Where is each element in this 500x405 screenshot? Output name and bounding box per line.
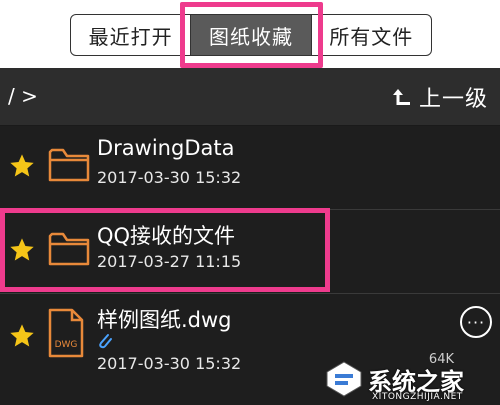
- list-item[interactable]: DrawingData 2017-03-30 15:32: [0, 126, 500, 210]
- file-date: 2017-03-27 11:15: [97, 252, 242, 271]
- up-level-label: 上一级: [418, 87, 488, 112]
- path-bar: / > 上一级: [0, 68, 500, 126]
- watermark: 系统之家 XITONGZHIJIA.NET: [324, 353, 500, 405]
- up-level-arrow-icon: [392, 89, 410, 105]
- folder-icon: [48, 148, 90, 182]
- dwg-label: DWG: [55, 340, 78, 350]
- top-bar: 最近打开 图纸收藏 所有文件: [0, 0, 500, 68]
- file-date: 2017-03-30 15:32: [97, 168, 242, 187]
- tab-favorites[interactable]: 图纸收藏: [191, 15, 312, 55]
- star-icon[interactable]: [8, 152, 36, 180]
- list-item[interactable]: QQ接收的文件 2017-03-27 11:15: [0, 210, 500, 294]
- folder-icon: [48, 232, 90, 266]
- up-level-button[interactable]: 上一级: [391, 80, 488, 114]
- paperclip-icon: [99, 334, 112, 349]
- watermark-subtext: XITONGZHIJIA.NET: [372, 392, 463, 402]
- file-date: 2017-03-30 15:32: [97, 354, 242, 373]
- file-name: 样例图纸.dwg: [97, 308, 232, 332]
- star-icon[interactable]: [8, 322, 36, 350]
- file-name: QQ接收的文件: [97, 224, 236, 248]
- watermark-logo-icon: [326, 361, 362, 397]
- tab-group: 最近打开 图纸收藏 所有文件: [70, 14, 432, 56]
- file-name: DrawingData: [97, 136, 235, 160]
- dwg-file-icon: DWG: [48, 308, 84, 358]
- star-icon[interactable]: [8, 236, 36, 264]
- breadcrumb: / >: [8, 84, 38, 108]
- tab-all-files[interactable]: 所有文件: [312, 15, 431, 55]
- tab-recent[interactable]: 最近打开: [71, 15, 192, 55]
- more-options-button[interactable]: ···: [460, 306, 492, 338]
